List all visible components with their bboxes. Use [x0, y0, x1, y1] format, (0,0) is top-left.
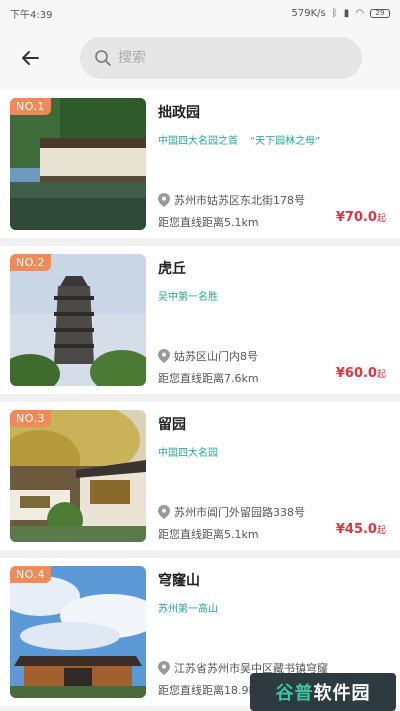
price-unit: 起 [376, 214, 386, 224]
price-value: ¥45.0 [335, 522, 377, 537]
tag: 中国四大名园 [158, 448, 218, 459]
attraction-photo: NO.4 [10, 566, 146, 698]
signal-icon: ▮ [343, 7, 350, 19]
address: 苏州市阊门外留园路338号 [158, 504, 305, 520]
rank-badge: NO.1 [10, 98, 51, 115]
watermark-logo: 谷普 软件园 [250, 673, 396, 711]
item-info: 留园 中国四大名园 苏州市阊门外留园路338号 距您直线距离5.1km ¥45.… [158, 410, 390, 542]
status-bar: 下午4:39 579K/s ᛒ ▮ ◠ 29 [0, 0, 400, 26]
list-item[interactable]: NO.1 拙政园 中国四大名园之首 “天下园林之母” 苏州市姑苏区东北街178号… [0, 90, 400, 238]
item-info: 拙政园 中国四大名园之首 “天下园林之母” 苏州市姑苏区东北街178号 距您直线… [158, 98, 390, 230]
list-item[interactable]: NO.3 留园 中国四大名园 苏州市阊门外留园路338号 距您直线距离5.1km… [0, 402, 400, 550]
attraction-list: NO.1 拙政园 中国四大名园之首 “天下园林之母” 苏州市姑苏区东北街178号… [0, 90, 400, 711]
address-text: 苏州市姑苏区东北街178号 [174, 194, 305, 207]
price: ¥70.0起 [336, 210, 386, 225]
back-button[interactable] [12, 40, 48, 76]
wifi-icon: ◠ [355, 7, 364, 19]
location-pin-icon [158, 505, 170, 519]
attraction-name: 穹窿山 [158, 573, 200, 589]
location-pin-icon [158, 661, 170, 675]
list-item[interactable]: NO.2 虎丘 吴中第一名胜 姑苏区山门内8号 距您直线距离7.6km ¥60.… [0, 246, 400, 394]
rank-badge: NO.3 [10, 410, 51, 427]
location-pin-icon [158, 193, 170, 207]
status-indicators: 579K/s ᛒ ▮ ◠ 29 [292, 8, 390, 19]
search-icon [95, 50, 111, 66]
tag-list: 中国四大名园 [158, 444, 390, 459]
tag: 中国四大名园之首 [158, 136, 238, 147]
rank-badge: NO.4 [10, 566, 51, 583]
address-text: 姑苏区山门内8号 [174, 350, 258, 363]
price: ¥45.0起 [336, 522, 386, 537]
price: ¥60.0起 [336, 366, 386, 381]
tag-list: 中国四大名园之首 “天下园林之母” [158, 132, 390, 147]
address-text: 苏州市阊门外留园路338号 [174, 506, 305, 519]
tag-list: 苏州第一高山 [158, 600, 390, 615]
attraction-photo: NO.2 [10, 254, 146, 386]
search-bar[interactable] [80, 37, 362, 79]
address: 苏州市姑苏区东北街178号 [158, 192, 305, 208]
network-speed: 579K/s [291, 7, 326, 19]
location-pin-icon [158, 349, 170, 363]
search-input[interactable] [118, 50, 298, 66]
distance: 距您直线距离7.6km [158, 372, 259, 385]
attraction-photo: NO.1 [10, 98, 146, 230]
price-value: ¥70.0 [335, 210, 377, 225]
price-value: ¥60.0 [335, 366, 377, 381]
header [0, 26, 400, 90]
attraction-name: 虎丘 [158, 261, 186, 277]
tag: 吴中第一名胜 [158, 292, 218, 303]
bluetooth-icon: ᛒ [331, 7, 338, 19]
watermark-part2: 软件园 [313, 683, 371, 704]
battery-icon: 29 [370, 8, 390, 18]
attraction-photo: NO.3 [10, 410, 146, 542]
attraction-name: 留园 [158, 417, 186, 433]
tag-list: 吴中第一名胜 [158, 288, 390, 303]
tag: 苏州第一高山 [158, 604, 218, 615]
tag: “天下园林之母” [250, 136, 321, 147]
price-unit: 起 [376, 526, 386, 536]
address: 姑苏区山门内8号 [158, 348, 258, 364]
attraction-name: 拙政园 [158, 105, 200, 121]
watermark-part1: 谷普 [275, 683, 314, 704]
item-info: 虎丘 吴中第一名胜 姑苏区山门内8号 距您直线距离7.6km ¥60.0起 [158, 254, 390, 386]
arrow-left-icon [22, 51, 39, 65]
price-unit: 起 [376, 370, 386, 380]
distance: 距您直线距离5.1km [158, 528, 259, 541]
distance: 距您直线距离5.1km [158, 216, 259, 229]
rank-badge: NO.2 [10, 254, 51, 271]
status-time: 下午4:39 [10, 9, 53, 21]
